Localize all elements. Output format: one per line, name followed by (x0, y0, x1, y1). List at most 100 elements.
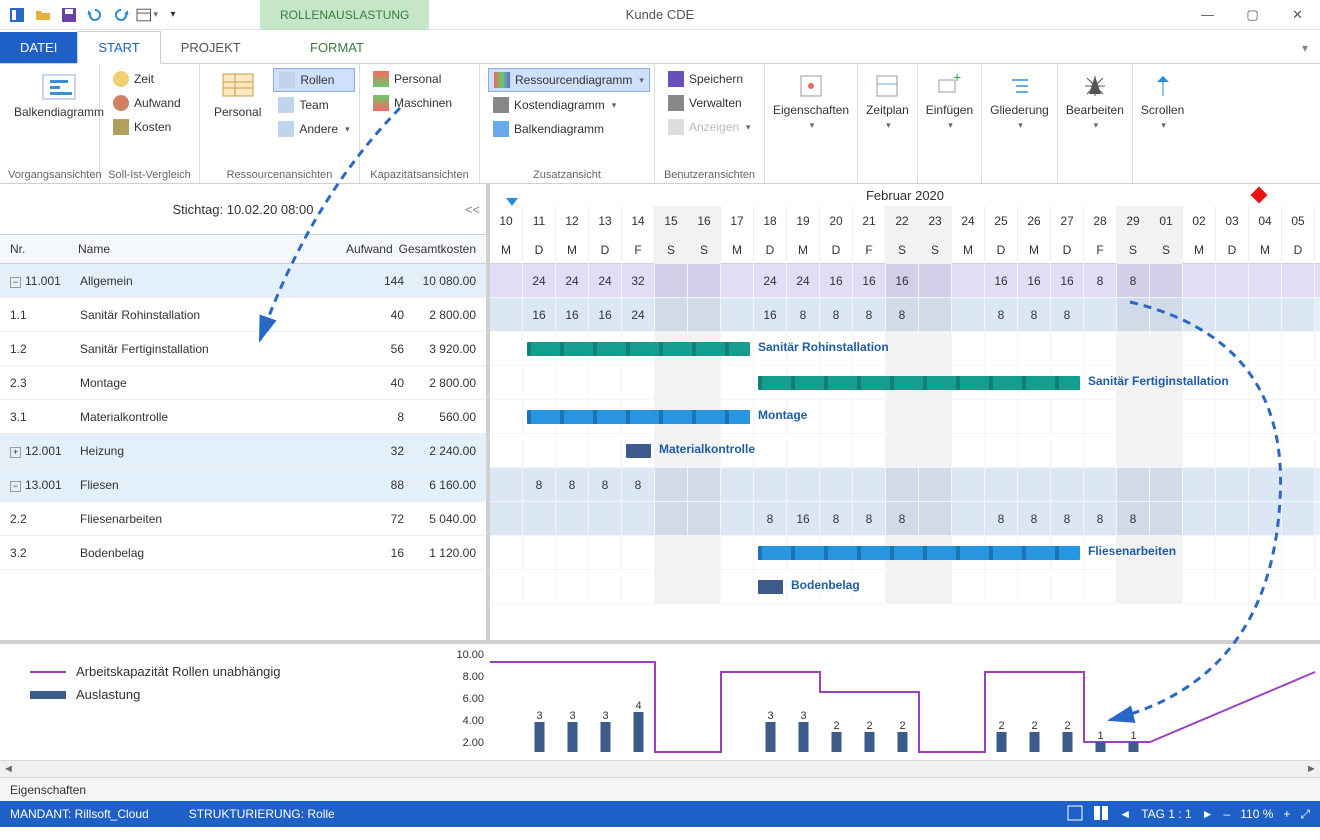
col-header-nr[interactable]: Nr. (0, 242, 78, 256)
day-cell[interactable]: 05 (1282, 206, 1315, 235)
status-tag[interactable]: TAG 1 : 1 (1141, 807, 1191, 821)
day-cell[interactable]: 16 (688, 206, 721, 235)
day-cell[interactable]: 17 (721, 206, 754, 235)
gantt-row[interactable]: Fliesenarbeiten (490, 536, 1320, 570)
gantt-row[interactable]: 16161624168888888 (490, 298, 1320, 332)
qat-customize-icon[interactable]: ▾ (162, 4, 184, 26)
table-row[interactable]: −13.001Fliesen886 160.00 (0, 468, 486, 502)
zoom-in-button[interactable]: + (1283, 807, 1290, 821)
gantt-bar[interactable] (527, 410, 750, 424)
properties-bar[interactable]: Eigenschaften (0, 777, 1320, 801)
bearbeiten-button[interactable]: Bearbeiten▾ (1058, 64, 1133, 183)
day-cell[interactable]: 26 (1018, 206, 1051, 235)
zoom-out-button[interactable]: – (1224, 807, 1231, 821)
table-row[interactable]: +12.001Heizung322 240.00 (0, 434, 486, 468)
scrollen-button[interactable]: Scrollen▾ (1133, 64, 1192, 183)
zeitplan-button[interactable]: Zeitplan▾ (858, 64, 918, 183)
day-cell[interactable]: 01 (1150, 206, 1183, 235)
andere-button[interactable]: Andere▾ (273, 118, 354, 140)
table-row[interactable]: 2.2Fliesenarbeiten725 040.00 (0, 502, 486, 536)
day-cell[interactable]: 21 (853, 206, 886, 235)
gantt-bar[interactable] (527, 342, 750, 356)
table-row[interactable]: −11.001Allgemein14410 080.00 (0, 264, 486, 298)
day-cell[interactable]: 02 (1183, 206, 1216, 235)
day-cell[interactable]: 22 (886, 206, 919, 235)
col-header-aufwand[interactable]: Aufwand (330, 242, 398, 256)
kostendiagramm-button[interactable]: Kostendiagramm▾ (488, 94, 650, 116)
balkendiagramm-zusatz-button[interactable]: Balkendiagramm (488, 118, 650, 140)
gantt-bar[interactable] (758, 376, 1080, 390)
ribbon-collapse-icon[interactable]: ▾ (1290, 33, 1320, 63)
zeit-button[interactable]: Zeit (108, 68, 186, 90)
verwalten-button[interactable]: Verwalten (663, 92, 756, 114)
gantt-body[interactable]: 2424243224241616161616168816161624168888… (490, 264, 1320, 640)
day-cell[interactable]: 23 (919, 206, 952, 235)
day-cell[interactable]: 27 (1051, 206, 1084, 235)
day-cell[interactable]: 20 (820, 206, 853, 235)
app-icon[interactable] (6, 4, 28, 26)
close-button[interactable]: ✕ (1275, 0, 1320, 30)
table-row[interactable]: 3.1Materialkontrolle8560.00 (0, 400, 486, 434)
status-zoom[interactable]: 110 % (1240, 807, 1273, 821)
gantt-row[interactable]: Materialkontrolle (490, 434, 1320, 468)
day-cell[interactable]: 11 (523, 206, 556, 235)
eigenschaften-button[interactable]: Eigenschaften▾ (765, 64, 858, 183)
kosten-button[interactable]: Kosten (108, 116, 186, 138)
day-cell[interactable]: 04 (1249, 206, 1282, 235)
gantt-bar[interactable] (758, 546, 1080, 560)
day-cell[interactable]: 28 (1084, 206, 1117, 235)
gantt-row[interactable]: Sanitär Rohinstallation (490, 332, 1320, 366)
window-split-icon[interactable]: ▾ (136, 4, 158, 26)
personal-button[interactable]: Personal (208, 68, 267, 123)
col-header-name[interactable]: Name (78, 242, 331, 256)
gantt-row[interactable]: 8888 (490, 468, 1320, 502)
aufwand-button[interactable]: Aufwand (108, 92, 186, 114)
gantt-row[interactable]: 24242432242416161616161688 (490, 264, 1320, 298)
day-cell[interactable]: 13 (589, 206, 622, 235)
tab-format[interactable]: FORMAT (290, 30, 384, 64)
day-cell[interactable]: 15 (655, 206, 688, 235)
speichern-button[interactable]: Speichern (663, 68, 756, 90)
gliederung-button[interactable]: Gliederung▾ (982, 64, 1058, 183)
day-cell[interactable]: 14 (622, 206, 655, 235)
day-cell[interactable]: 24 (952, 206, 985, 235)
expand-icon[interactable]: + (10, 447, 21, 458)
rollen-button[interactable]: Rollen (273, 68, 354, 92)
expand-icon[interactable]: − (10, 481, 21, 492)
redo-icon[interactable] (110, 4, 132, 26)
tab-datei[interactable]: DATEI (0, 32, 77, 63)
table-row[interactable]: 1.1Sanitär Rohinstallation402 800.00 (0, 298, 486, 332)
gantt-bar[interactable] (758, 580, 783, 594)
status-view2-icon[interactable] (1093, 805, 1109, 824)
gantt-row[interactable]: Sanitär Fertiginstallation (490, 366, 1320, 400)
day-cell[interactable]: 03 (1216, 206, 1249, 235)
undo-icon[interactable] (84, 4, 106, 26)
gantt-row[interactable]: Montage (490, 400, 1320, 434)
collapse-button[interactable]: << (465, 202, 480, 217)
table-row[interactable]: 3.2Bodenbelag161 120.00 (0, 536, 486, 570)
open-icon[interactable] (32, 4, 54, 26)
day-cell[interactable]: 19 (787, 206, 820, 235)
day-cell[interactable]: 25 (985, 206, 1018, 235)
personal-kap-button[interactable]: Personal (368, 68, 457, 90)
day-cell[interactable]: 10 (490, 206, 523, 235)
gantt-row[interactable]: 81688888888 (490, 502, 1320, 536)
maximize-button[interactable]: ▢ (1230, 0, 1275, 30)
context-tab-rollenauslastung[interactable]: ROLLENAUSLASTUNG (260, 0, 429, 30)
day-cell[interactable]: 12 (556, 206, 589, 235)
table-row[interactable]: 2.3Montage402 800.00 (0, 366, 486, 400)
team-button[interactable]: Team (273, 94, 354, 116)
day-cell[interactable]: 18 (754, 206, 787, 235)
anzeigen-button[interactable]: Anzeigen▾ (663, 116, 756, 138)
save-icon[interactable] (58, 4, 80, 26)
col-header-kosten[interactable]: Gesamtkosten (399, 242, 486, 256)
table-row[interactable]: 1.2Sanitär Fertiginstallation563 920.00 (0, 332, 486, 366)
einfuegen-button[interactable]: +Einfügen▾ (918, 64, 982, 183)
day-cell[interactable]: 29 (1117, 206, 1150, 235)
maschinen-button[interactable]: Maschinen (368, 92, 457, 114)
tab-start[interactable]: START (77, 31, 160, 64)
gantt-row[interactable]: Bodenbelag (490, 570, 1320, 604)
gantt-bar[interactable] (626, 444, 651, 458)
minimize-button[interactable]: — (1185, 0, 1230, 30)
horizontal-scrollbar[interactable]: ◄ ► (0, 760, 1320, 777)
